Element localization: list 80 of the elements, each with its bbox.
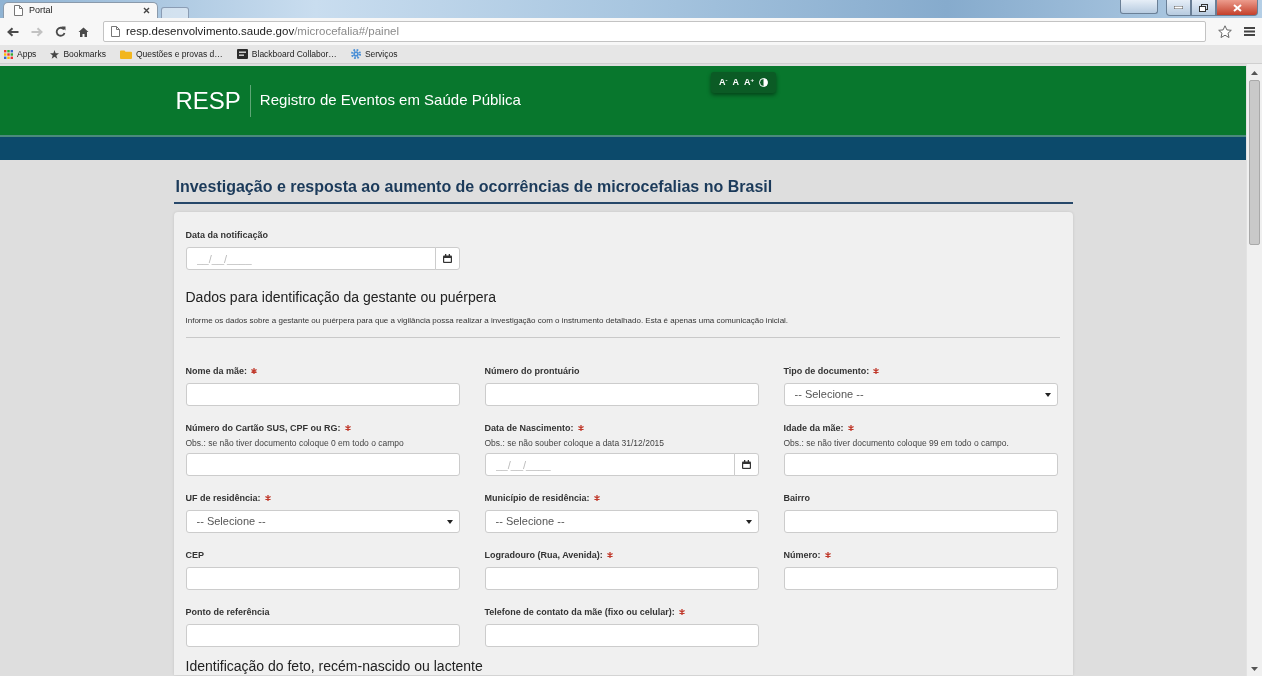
select-field[interactable]: -- Selecione -- — [484, 510, 759, 533]
scroll-up-icon[interactable] — [1251, 71, 1258, 75]
calendar-icon — [741, 460, 751, 469]
field-hint: Obs.: se não tiver documento coloque 99 em todo o campo. — [783, 438, 1010, 449]
back-icon[interactable] — [7, 26, 19, 37]
close-icon[interactable] — [143, 7, 150, 14]
restore-button[interactable] — [1191, 0, 1216, 16]
text-field[interactable] — [783, 453, 1058, 476]
star-icon[interactable] — [1218, 25, 1232, 38]
caret-icon — [1044, 392, 1051, 397]
field-label: Número do prontuário — [484, 365, 580, 377]
font-size-button[interactable]: A$^{+}$ — [744, 78, 754, 87]
bookmark-item[interactable]: Apps — [4, 47, 37, 61]
bookmark-item[interactable]: Blackboard Collabor… — [236, 47, 337, 61]
text-field[interactable] — [185, 453, 460, 476]
field-label: Bairro — [783, 492, 810, 504]
field-hint: Obs.: se não tiver documento coloque 0 em todo o campo — [185, 438, 405, 449]
contrast-icon[interactable] — [759, 78, 768, 87]
page-title: Investigação e resposta ao aumento de ocorrências de microcefalias no Brasil — [175, 177, 773, 197]
text-field[interactable] — [783, 567, 1058, 590]
text-field[interactable] — [783, 510, 1058, 533]
star-icon — [50, 49, 60, 59]
text-field[interactable] — [185, 383, 460, 406]
field-label: Município de residência: — [484, 492, 590, 504]
restore-icon — [1199, 3, 1208, 12]
field-label: Idade da mãe: — [783, 422, 844, 434]
bookmark-item[interactable]: Serviços — [350, 47, 398, 61]
text-field[interactable] — [484, 567, 759, 590]
calendar-button[interactable] — [434, 247, 460, 270]
scrollbar-thumb[interactable] — [1249, 80, 1260, 245]
field-label: Logradouro (Rua, Avenida): — [484, 549, 603, 561]
folder-icon — [119, 49, 132, 59]
field-label: Data de Nascimento: — [484, 422, 574, 434]
bookmark-item[interactable]: Bookmarks — [50, 47, 106, 61]
field-label: CEP — [185, 549, 204, 561]
field-label: Nome da mãe: — [185, 365, 248, 377]
field-label: Telefone de contato da mãe (fixo ou celular): — [484, 606, 675, 618]
field-hint: Obs.: se não souber coloque a data 31/12/2015 — [484, 438, 666, 449]
browser-tab[interactable]: Portal — [3, 2, 158, 18]
text-field[interactable] — [185, 567, 460, 590]
section-description: Informe os dados sobre a gestante ou puérpera para que a vigilância possa realizar a investigação com o instrumento detalhado. Esta é apenas uma comunicação inicial. — [185, 315, 790, 326]
select-field[interactable]: -- Selecione -- — [185, 510, 460, 533]
close-icon — [1232, 3, 1242, 12]
text-field[interactable] — [484, 624, 759, 647]
text-field[interactable] — [185, 624, 460, 647]
calendar-button[interactable] — [733, 453, 759, 476]
section-heading: Identificação do feto, recém-nascido ou lactente — [185, 658, 484, 675]
field-label: Ponto de referência — [185, 606, 270, 618]
date-field[interactable]: __/__/____ — [185, 247, 436, 270]
site-subtitle: Registro de Eventos em Saúde Pública — [258, 90, 521, 111]
field-label: UF de residência: — [185, 492, 261, 504]
reload-icon[interactable] — [55, 26, 66, 37]
field-label: Tipo de documento: — [783, 365, 870, 377]
caret-icon — [745, 519, 752, 524]
calendar-icon — [442, 254, 452, 263]
text-field[interactable] — [484, 383, 759, 406]
profile-button[interactable] — [1120, 0, 1158, 14]
section-heading: Dados para identificação da gestante ou puérpera — [185, 288, 498, 306]
page-icon — [111, 26, 120, 37]
field-label: Número do Cartão SUS, CPF ou RG: — [185, 422, 341, 434]
apps-icon — [4, 49, 13, 59]
gear-icon — [350, 49, 361, 59]
date-field[interactable]: __/__/____ — [484, 453, 735, 476]
select-field[interactable]: -- Selecione -- — [783, 383, 1058, 406]
field-label: Número: — [783, 549, 821, 561]
new-tab-button[interactable] — [161, 7, 189, 18]
font-size-button[interactable]: A$^{-}$ — [719, 78, 728, 87]
field-label: Data da notificação — [185, 229, 269, 241]
bookmark-item[interactable]: Questões e provas d… — [119, 47, 223, 61]
home-icon[interactable] — [78, 26, 89, 37]
board-icon — [236, 49, 248, 59]
close-window-button[interactable] — [1216, 0, 1258, 16]
menu-icon[interactable] — [1244, 27, 1255, 36]
site-logo: RESP — [173, 84, 251, 117]
minimize-icon — [1174, 6, 1183, 9]
address-bar[interactable]: resp.desenvolvimento.saude.gov/microcefalia#/painel — [103, 21, 1206, 42]
font-size-button[interactable]: A — [732, 78, 739, 87]
caret-icon — [446, 519, 453, 524]
scroll-down-icon[interactable] — [1251, 667, 1258, 671]
page-icon — [14, 5, 23, 16]
